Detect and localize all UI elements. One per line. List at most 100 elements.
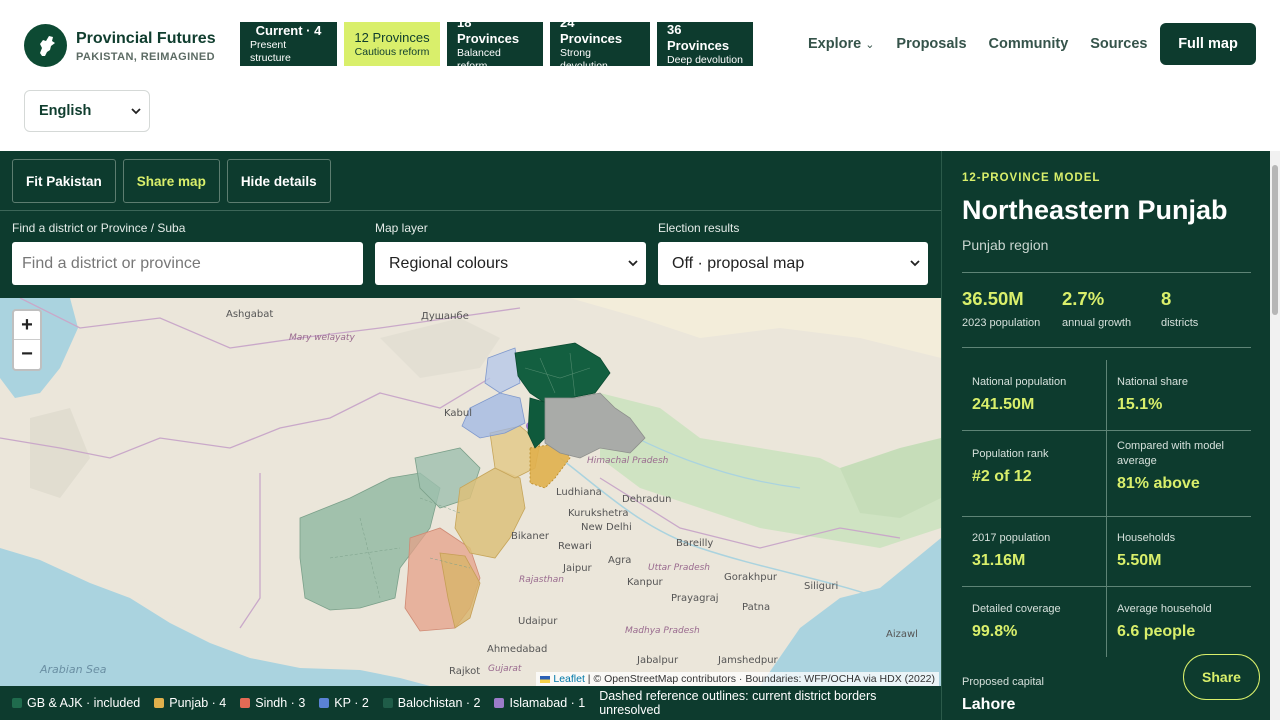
language-select[interactable]: English	[24, 90, 150, 132]
map-label: Prayagraj	[671, 593, 719, 604]
map-toolbar: Fit Pakistan Share map Hide details	[12, 159, 331, 203]
map-label: Ludhiana	[556, 487, 602, 498]
stat-cell: 2017 population 31.16M	[962, 516, 1106, 570]
legend-label: Punjab · 4	[169, 696, 227, 710]
cell-value: 15.1%	[1117, 396, 1163, 413]
chevron-down-icon	[628, 260, 638, 267]
nav-community[interactable]: Community	[989, 36, 1069, 52]
stat-cell: Average household 6.6 people	[1107, 587, 1251, 641]
cell-label: Population rank	[972, 448, 1049, 460]
model-title: 18 Provinces	[457, 15, 520, 46]
map-label: Jaipur	[562, 563, 593, 574]
hide-details-button[interactable]: Hide details	[226, 159, 331, 203]
map-layer-select[interactable]: Regional colours	[375, 242, 646, 285]
province-subtitle: Punjab region	[962, 237, 1049, 253]
legend-swatch	[382, 698, 393, 708]
brand-title: Provincial Futures	[76, 29, 216, 47]
chevron-down-icon	[131, 107, 141, 114]
zoom-out-button[interactable]: −	[14, 340, 40, 369]
legend-item: Islamabad · 1	[494, 696, 585, 710]
cell-value: 81% above	[1117, 475, 1200, 492]
map-panel: Fit Pakistan Share map Hide details Find…	[0, 151, 941, 720]
map-layer-label: Map layer	[375, 221, 428, 235]
stat-population: 36.50M 2023 population	[962, 288, 1040, 329]
capital-value: Lahore	[962, 696, 1016, 713]
zoom-in-button[interactable]: +	[14, 311, 40, 340]
stat-cell: Detailed coverage 99.8%	[962, 587, 1106, 641]
map-region-label: Himachal Pradesh	[587, 456, 669, 466]
nav-proposals[interactable]: Proposals	[896, 36, 966, 52]
map-label: Agra	[608, 555, 631, 566]
map-label: Siliguri	[804, 581, 838, 592]
map-label: Bareilly	[676, 538, 713, 549]
stat-label: 2023 population	[962, 317, 1041, 329]
election-results-value: Off · proposal map	[672, 254, 805, 272]
province-title: Northeastern Punjab	[962, 195, 1228, 225]
search-label: Find a district or Province / Suba	[12, 221, 186, 235]
model-12-provinces-button[interactable]: 12 Provinces Cautious reform	[344, 22, 440, 66]
capital-label: Proposed capital	[962, 676, 1044, 688]
map-label: Patna	[742, 602, 770, 613]
legend-note: Dashed reference outlines: current distr…	[599, 689, 877, 717]
nav-sources[interactable]: Sources	[1090, 36, 1147, 52]
model-title: 12 Provinces	[354, 29, 430, 45]
model-subtitle: Present structure	[250, 39, 291, 64]
legend-label: GB & AJK · included	[27, 696, 141, 710]
full-map-button[interactable]: Full map	[1160, 23, 1256, 65]
model-24-provinces-button[interactable]: 24 Provinces Strong devolution	[550, 15, 650, 72]
map-label: Душанбе	[421, 311, 469, 322]
map-label: Jabalpur	[636, 655, 679, 666]
chevron-down-icon: ⌄	[865, 39, 875, 51]
map-label: Ashgabat	[226, 309, 273, 320]
cell-label: Compared with model average	[1117, 440, 1224, 467]
stat-districts: 8 districts	[1161, 288, 1198, 329]
scrollbar-thumb[interactable]	[1272, 165, 1278, 315]
map-label: Kanpur	[627, 577, 664, 588]
nav-explore[interactable]: Explore ⌄	[808, 36, 874, 52]
map-region-label: Gujarat	[488, 664, 522, 674]
stat-value: 36.50M	[962, 288, 1024, 309]
model-36-provinces-button[interactable]: 36 Provinces Deep devolution	[657, 22, 753, 66]
model-current-button[interactable]: Current · 4 Present structure	[240, 22, 337, 66]
model-18-provinces-button[interactable]: 18 Provinces Balanced reform	[447, 15, 543, 72]
pakistan-map-logo-icon	[24, 24, 67, 67]
panel-scrollbar[interactable]	[1270, 151, 1280, 720]
map-water-label: Arabian Sea	[39, 663, 107, 676]
model-subtitle: Strong devolution	[560, 47, 608, 72]
stat-cell: Compared with model average 81% above	[1107, 424, 1251, 493]
model-kicker: 12-PROVINCE MODEL	[962, 172, 1101, 184]
chevron-down-icon	[910, 260, 920, 267]
cell-label: Households	[1117, 532, 1176, 544]
map-label: Bikaner	[511, 531, 550, 542]
leaflet-link[interactable]: Leaflet	[553, 673, 585, 685]
legend-label: KP · 2	[334, 696, 369, 710]
map-label: Gorakhpur	[724, 572, 778, 583]
legend-label: Islamabad · 1	[509, 696, 586, 710]
share-map-button[interactable]: Share map	[122, 159, 220, 203]
fit-pakistan-button[interactable]: Fit Pakistan	[12, 159, 116, 203]
map-canvas[interactable]: Ashgabat Душанбе Kabul Ludhiana Dehradun…	[0, 298, 941, 686]
divider	[962, 347, 1251, 348]
legend-label: Balochistan · 2	[397, 696, 481, 710]
stat-value: 8	[1161, 288, 1172, 309]
map-region-label: Mary welayaty	[289, 333, 355, 343]
map-label: Rajkot	[449, 666, 480, 677]
zoom-control: + −	[12, 309, 42, 371]
cell-value: #2 of 12	[972, 468, 1032, 485]
legend-item: Sindh · 3	[240, 696, 305, 710]
cell-label: National share	[1117, 376, 1188, 388]
main-nav: Explore ⌄ Proposals Community Sources	[808, 36, 1148, 52]
stat-cell: Population rank #2 of 12	[962, 432, 1106, 486]
election-results-select[interactable]: Off · proposal map	[658, 242, 928, 285]
map-label: Rewari	[558, 541, 592, 552]
brand[interactable]: Provincial Futures PAKISTAN, REIMAGINED	[24, 24, 216, 67]
stat-label: annual growth	[1062, 317, 1132, 329]
legend-item: Punjab · 4	[154, 696, 226, 710]
share-button[interactable]: Share	[1183, 654, 1260, 700]
model-selector: Current · 4 Present structure 12 Provinc…	[240, 15, 753, 72]
search-input[interactable]: Find a district or province	[12, 242, 363, 285]
divider	[962, 272, 1251, 273]
map-svg[interactable]: Ashgabat Душанбе Kabul Ludhiana Dehradun…	[0, 298, 941, 686]
map-region-label: Madhya Pradesh	[625, 626, 700, 636]
cell-label: National population	[972, 376, 1067, 388]
